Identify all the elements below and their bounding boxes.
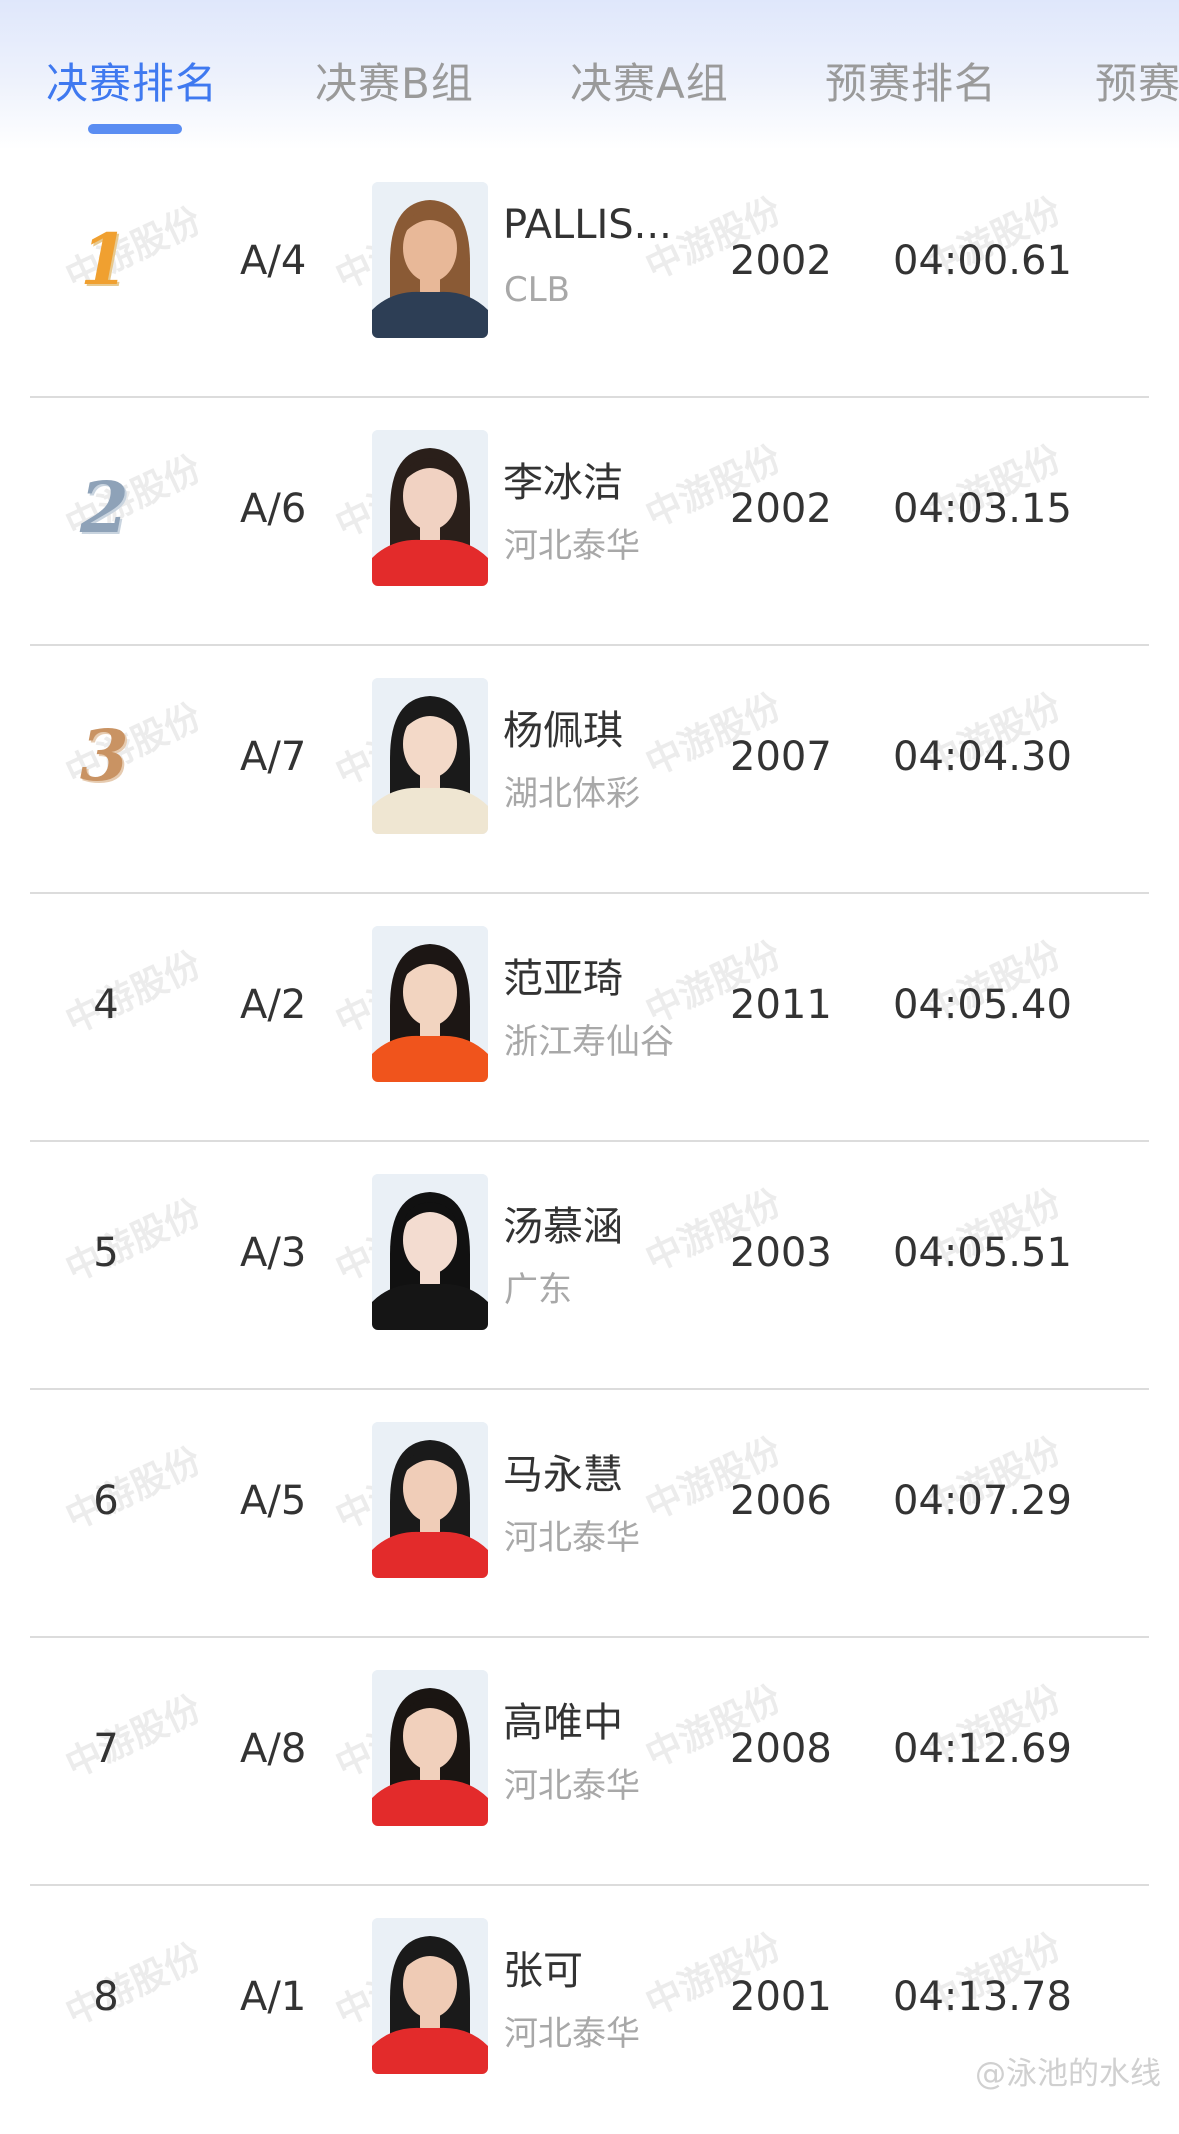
rank-number: 4: [93, 982, 119, 1028]
results-list: 中游股份中游股份中游股份中游股份1A/4PALLIS...CLB200204:0…: [0, 150, 1179, 2134]
birth-year: 2011: [730, 982, 832, 1028]
tab-heats-partial[interactable]: 预赛: [1095, 50, 1179, 111]
rank-number: 8: [93, 1974, 119, 2020]
athlete-name: 高唯中: [503, 1700, 623, 1746]
lane: A/1: [240, 1974, 307, 2020]
athlete-name: 杨佩琪: [503, 708, 623, 754]
lane: A/2: [240, 982, 307, 1028]
birth-year: 2003: [730, 1230, 832, 1276]
lane: A/5: [240, 1478, 307, 1524]
athlete-photo[interactable]: [372, 1918, 488, 2074]
weibo-watermark: @泳池的水线: [975, 2056, 1161, 2092]
active-tab-indicator: [88, 124, 182, 134]
athlete-team: 河北泰华: [504, 526, 640, 566]
tab-heats-ranking[interactable]: 预赛排名: [825, 50, 997, 111]
watermark: 中游股份: [59, 696, 208, 795]
athlete-team: 广东: [504, 1270, 572, 1310]
result-time: 04:07.29: [893, 1478, 1072, 1524]
birth-year: 2002: [730, 238, 832, 284]
athlete-photo[interactable]: [372, 1670, 488, 1826]
lane: A/3: [240, 1230, 307, 1276]
watermark: 中游股份: [59, 448, 208, 547]
lane: A/8: [240, 1726, 307, 1772]
athlete-name: 范亚琦: [503, 956, 623, 1002]
athlete-name: 李冰洁: [503, 460, 623, 506]
athlete-name: 马永慧: [503, 1452, 623, 1498]
birth-year: 2002: [730, 486, 832, 532]
result-row[interactable]: 中游股份中游股份中游股份中游股份8A/1张可河北泰华200104:13.78: [0, 1886, 1179, 2134]
birth-year: 2007: [730, 734, 832, 780]
result-time: 04:12.69: [893, 1726, 1072, 1772]
athlete-team: 河北泰华: [504, 1766, 640, 1806]
result-row[interactable]: 中游股份中游股份中游股份中游股份5A/3汤慕涵广东200304:05.51: [0, 1142, 1179, 1390]
athlete-photo[interactable]: [372, 926, 488, 1082]
lane: A/4: [240, 238, 307, 284]
athlete-team: 湖北体彩: [504, 774, 640, 814]
lane: A/7: [240, 734, 307, 780]
rank-number: 7: [93, 1726, 119, 1772]
athlete-photo[interactable]: [372, 1174, 488, 1330]
result-row[interactable]: 中游股份中游股份中游股份中游股份2A/6李冰洁河北泰华200204:03.15: [0, 398, 1179, 646]
athlete-photo[interactable]: [372, 182, 488, 338]
birth-year: 2008: [730, 1726, 832, 1772]
bronze-medal-icon: 3: [80, 714, 129, 797]
result-time: 04:04.30: [893, 734, 1072, 780]
result-time: 04:00.61: [893, 238, 1072, 284]
result-row[interactable]: 中游股份中游股份中游股份中游股份6A/5马永慧河北泰华200604:07.29: [0, 1390, 1179, 1638]
result-row[interactable]: 中游股份中游股份中游股份中游股份4A/2范亚琦浙江寿仙谷201104:05.40: [0, 894, 1179, 1142]
tab-final-b[interactable]: 决赛B组: [315, 50, 474, 111]
athlete-team: 浙江寿仙谷: [504, 1022, 674, 1062]
athlete-photo[interactable]: [372, 430, 488, 586]
athlete-team: 河北泰华: [504, 1518, 640, 1558]
rank-number: 5: [93, 1230, 119, 1276]
lane: A/6: [240, 486, 307, 532]
athlete-team: 河北泰华: [504, 2014, 640, 2054]
birth-year: 2006: [730, 1478, 832, 1524]
result-row[interactable]: 中游股份中游股份中游股份中游股份1A/4PALLIS...CLB200204:0…: [0, 150, 1179, 398]
watermark: 中游股份: [59, 200, 208, 299]
silver-medal-icon: 2: [80, 466, 129, 549]
result-time: 04:13.78: [893, 1974, 1072, 2020]
result-time: 04:03.15: [893, 486, 1072, 532]
result-row[interactable]: 中游股份中游股份中游股份中游股份3A/7杨佩琪湖北体彩200704:04.30: [0, 646, 1179, 894]
result-time: 04:05.51: [893, 1230, 1072, 1276]
tab-bar: 决赛排名 决赛B组 决赛A组 预赛排名 预赛: [0, 0, 1179, 150]
athlete-photo[interactable]: [372, 1422, 488, 1578]
rank-number: 6: [93, 1478, 119, 1524]
result-time: 04:05.40: [893, 982, 1072, 1028]
athlete-team: CLB: [504, 270, 571, 310]
result-row[interactable]: 中游股份中游股份中游股份中游股份7A/8高唯中河北泰华200804:12.69: [0, 1638, 1179, 1886]
athlete-name: 汤慕涵: [503, 1204, 623, 1250]
athlete-photo[interactable]: [372, 678, 488, 834]
birth-year: 2001: [730, 1974, 832, 2020]
gold-medal-icon: 1: [80, 218, 129, 301]
tab-final-ranking[interactable]: 决赛排名: [46, 50, 218, 111]
athlete-name: PALLIS...: [503, 202, 672, 248]
athlete-name: 张可: [503, 1948, 583, 1994]
tab-final-a[interactable]: 决赛A组: [570, 50, 729, 111]
